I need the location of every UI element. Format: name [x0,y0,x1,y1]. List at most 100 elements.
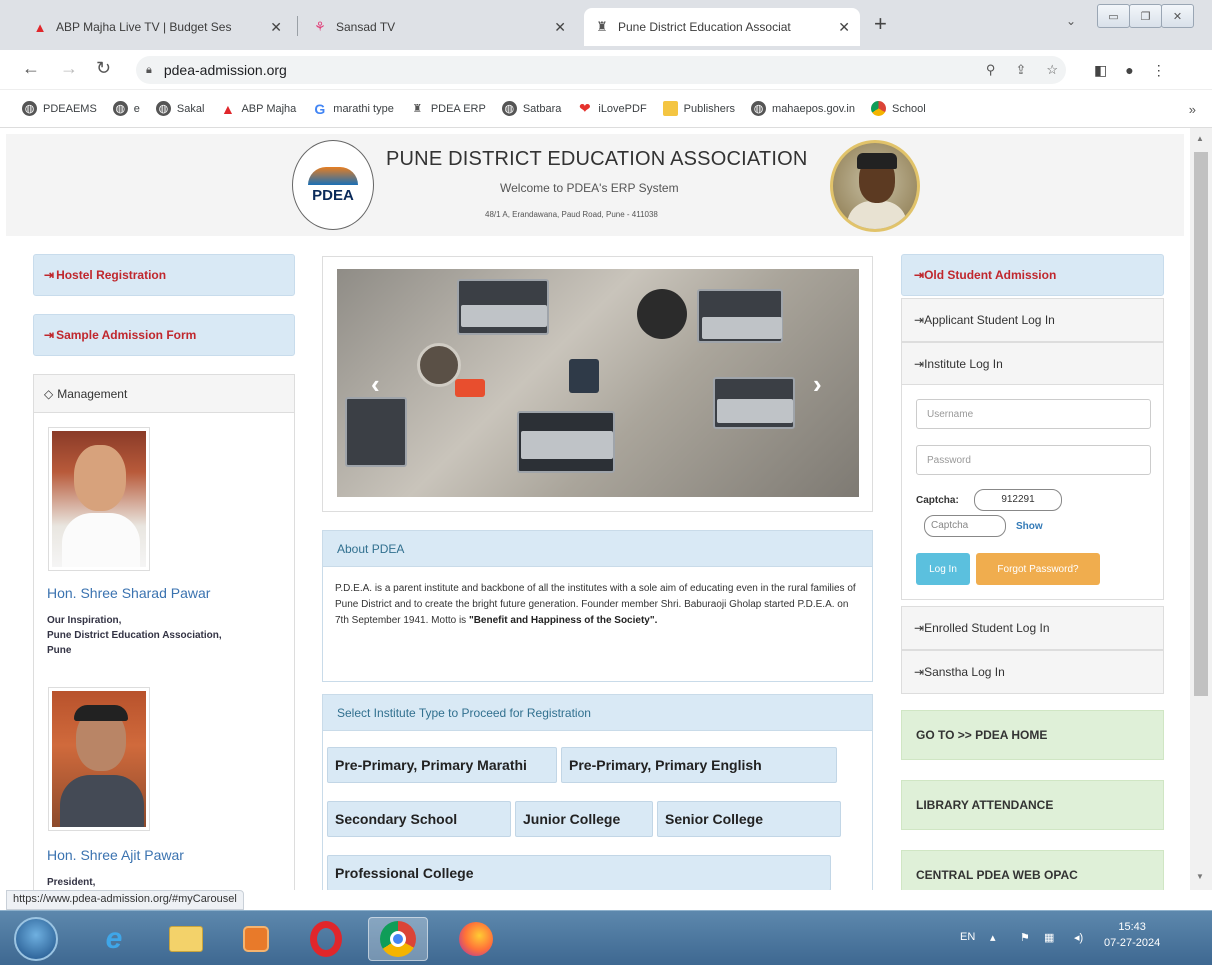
hostel-registration-link[interactable]: ⇥ Hostel Registration [33,254,295,296]
show-hidden-icons[interactable]: ▴ [990,931,996,944]
tab-search-icon[interactable]: ⌄ [1066,14,1076,28]
bookmark-ilovepdf[interactable]: ❤ iLovePDF [577,100,647,116]
network-icon[interactable]: ▦ [1044,931,1054,944]
web-opac-link[interactable]: CENTRAL PDEA WEB OPAC [901,850,1164,890]
institute-type-button[interactable]: Secondary School [327,801,511,837]
reload-icon[interactable]: ↻ [96,58,111,79]
bookmark-abp-majha[interactable]: ▲ ABP Majha [220,101,296,117]
institute-login-link[interactable]: ⇥ Institute Log In [901,342,1164,386]
address-bar[interactable]: 🔒︎ pdea-admission.org ⚲ ⇪ ☆ [136,56,1066,84]
close-icon[interactable]: ✕ [838,19,850,36]
back-icon[interactable]: ← [22,58,40,79]
scrollbar-thumb[interactable] [1194,152,1208,696]
page-scrollbar[interactable]: ▲ ▼ [1190,128,1212,890]
more-bookmarks-icon[interactable]: » [1189,102,1196,117]
opera-icon[interactable] [296,917,356,961]
sanstha-login-link[interactable]: ⇥ Sanstha Log In [901,650,1164,694]
internet-explorer-icon[interactable]: e [84,917,144,961]
lock-icon[interactable]: 🔒︎ [146,64,152,77]
system-clock[interactable]: 15:43 07-27-2024 [1104,919,1160,951]
bookmark-pdea-erp[interactable]: ♜ PDEA ERP [410,101,485,116]
old-student-admission-link[interactable]: ⇥ Old Student Admission [901,254,1164,296]
institute-type-heading: Select Institute Type to Proceed for Reg… [323,695,872,731]
share-icon[interactable]: ⇪ [1015,62,1026,78]
login-button[interactable]: Log In [916,553,970,585]
carousel-prev-icon[interactable]: ‹ [371,369,380,400]
pdea-icon: ♜ [412,103,423,115]
image-carousel[interactable]: ‹ › [322,256,873,512]
show-captcha-link[interactable]: Show [1016,521,1043,532]
institute-type-button[interactable]: Senior College [657,801,841,837]
library-attendance-link[interactable]: LIBRARY ATTENDANCE [901,780,1164,830]
about-text: P.D.E.A. is a parent institute and backb… [335,583,856,626]
close-icon[interactable]: ✕ [270,19,282,36]
enrolled-student-login-link[interactable]: ⇥ Enrolled Student Log In [901,606,1164,650]
zoom-icon[interactable]: ⚲ [986,62,996,78]
sign-in-icon: ⇥ [44,268,55,282]
forward-icon[interactable]: → [60,58,78,79]
browser-toolbar: ← → ↻ 🔒︎ pdea-admission.org ⚲ ⇪ ☆ ◧ ● ⋮ [0,50,1212,90]
close-icon[interactable]: ✕ [554,19,566,36]
sharad-pawar-photo [48,427,150,571]
profile-icon[interactable]: ● [1125,62,1133,79]
media-player-icon[interactable] [226,917,286,961]
tab-abp-majha[interactable]: ▲ ABP Majha Live TV | Budget Ses ✕ [22,8,292,46]
site-title: PUNE DISTRICT EDUCATION ASSOCIATION [386,148,808,170]
flag-icon[interactable]: ⚑ [1020,931,1030,944]
tab-label: Pune District Education Associat [618,20,791,34]
bookmark-marathi-type[interactable]: Gmarathi type [312,101,393,117]
carousel-next-icon[interactable]: › [813,369,822,400]
page-content: PDEA PUNE DISTRICT EDUCATION ASSOCIATION… [0,128,1190,890]
bookmark-mahaepos[interactable]: ◍ mahaepos.gov.in [751,101,855,116]
pdea-icon: ♜ [596,19,608,34]
volume-icon[interactable]: ◂) [1074,931,1083,944]
start-button[interactable] [14,917,58,961]
restore-icon[interactable]: ❐ [1129,4,1162,28]
sansad-tv-icon: ⚘ [314,19,326,34]
diamond-icon: ◇ [44,386,54,401]
chrome-taskbar-icon[interactable] [368,917,428,961]
firefox-icon[interactable] [446,917,506,961]
institute-type-button[interactable]: Pre-Primary, Primary English [561,747,837,783]
pdea-logo: PDEA [292,140,374,230]
language-indicator[interactable]: EN [960,931,975,943]
bookmark-school[interactable]: School [871,101,926,116]
sample-admission-form-link[interactable]: ⇥ Sample Admission Form [33,314,295,356]
bookmark-star-icon[interactable]: ☆ [1046,62,1058,78]
forgot-password-button[interactable]: Forgot Password? [976,553,1100,585]
site-header: PDEA PUNE DISTRICT EDUCATION ASSOCIATION… [6,134,1184,236]
tab-pdea[interactable]: ♜ Pune District Education Associat ✕ [584,8,860,46]
globe-icon: ◍ [22,101,37,116]
sign-in-icon: ⇥ [914,621,925,635]
close-window-icon[interactable]: ✕ [1161,4,1194,28]
institute-type-button[interactable]: Pre-Primary, Primary Marathi [327,747,557,783]
url-text: pdea-admission.org [163,62,287,78]
ilovepdf-icon: ❤ [579,100,591,116]
applicant-student-login-link[interactable]: ⇥ Applicant Student Log In [901,298,1164,342]
sign-in-icon: ⇥ [44,328,55,342]
minimize-icon[interactable]: ▭ [1097,4,1130,28]
captcha-input[interactable]: Captcha [924,515,1006,537]
tab-label: Sansad TV [336,20,396,34]
sign-in-icon: ⇥ [914,268,925,282]
password-input[interactable]: Password [916,445,1151,475]
bookmark-satbara[interactable]: ◍ Satbara [501,101,561,116]
new-tab-button[interactable]: + [874,12,887,36]
tab-label: ABP Majha Live TV | Budget Ses [56,20,232,34]
management-panel: ◇ Management Hon. Shree Sharad Pawar Our … [33,374,295,890]
tab-sansad-tv[interactable]: ⚘ Sansad TV ✕ [302,8,576,46]
bookmark-e[interactable]: ◍ e [112,101,140,116]
institute-login-form: Username Password Captcha: 912291 Captch… [901,384,1164,600]
file-explorer-icon[interactable] [156,917,216,961]
institute-type-button[interactable]: Professional College [327,855,831,890]
status-bar-url: https://www.pdea-admission.org/#myCarous… [6,890,244,910]
bookmark-sakal[interactable]: ◍ Sakal [155,101,204,116]
pdea-home-link[interactable]: GO TO >> PDEA HOME [901,710,1164,760]
side-panel-icon[interactable]: ◧ [1094,62,1107,79]
institute-type-button[interactable]: Junior College [515,801,653,837]
bookmark-publishers[interactable]: Publishers [662,101,735,116]
username-input[interactable]: Username [916,399,1151,429]
menu-icon[interactable]: ⋮ [1152,62,1166,79]
founder-portrait [830,140,920,232]
bookmark-pdeaems[interactable]: ◍ PDEAEMS [22,101,97,116]
